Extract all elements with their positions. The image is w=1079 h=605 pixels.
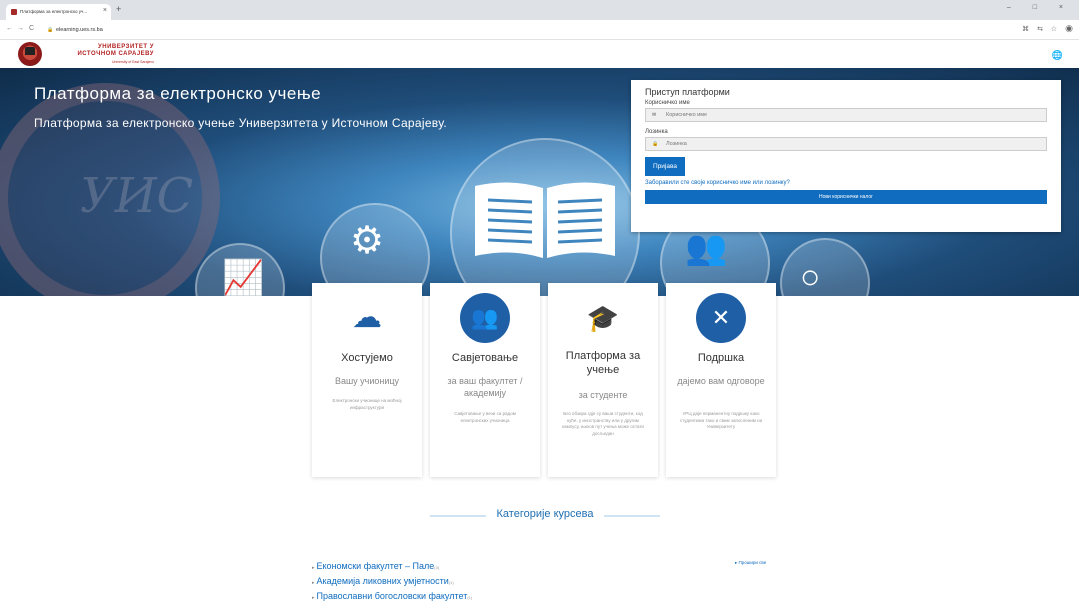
language-globe-icon[interactable]: 🌐	[1052, 50, 1063, 61]
password-placeholder: Лозинка	[666, 141, 687, 147]
card-subtitle: дајемо вам одговоре	[677, 376, 765, 386]
category-list: ▸ Економски факултет – Пале(3) ▸ Академија…	[312, 560, 472, 605]
back-icon[interactable]: ←	[6, 25, 13, 32]
hero-title: Платформа за електронско учење	[34, 84, 322, 103]
category-label: Православни богословски факултет	[316, 591, 468, 601]
search-bubble	[780, 238, 870, 296]
card-title: Платформа за учење	[565, 350, 641, 376]
category-label: Академија ликовних умјетности	[316, 576, 449, 586]
growth-chart-icon: 📈	[222, 259, 265, 296]
category-item[interactable]: ▸ Православни богословски факултет(1)	[312, 590, 472, 605]
bookmark-star-icon[interactable]: ☆	[1051, 25, 1057, 33]
course-categories-heading: Категорије курсева	[430, 508, 660, 520]
login-panel: Приступ платформи Корисничко име ✉ Корис…	[631, 80, 1061, 232]
password-input[interactable]: 🔒 Лозинка	[645, 137, 1047, 151]
magnifier-icon: ○	[800, 258, 821, 296]
hero-subtitle: Платформа за електронско учење Универзит…	[34, 116, 447, 130]
category-count: (3)	[434, 565, 440, 570]
card-consulting: 👥 Савјетовање за ваш факултет / академиј…	[430, 283, 540, 477]
category-count: (1)	[448, 580, 454, 585]
extension-icon[interactable]: ⌘	[1022, 25, 1029, 33]
caret-right-icon: ▸	[735, 560, 738, 565]
card-description: УРЦ даје перманентну подршку како студен…	[679, 411, 763, 429]
card-description: Без обзира гдје су ваши студенти, код ку…	[562, 411, 644, 436]
login-heading: Приступ платформи	[645, 87, 730, 97]
profile-icon[interactable]: ◉	[1065, 23, 1073, 34]
tools-icon: ✕	[696, 293, 746, 343]
category-count: (1)	[467, 595, 473, 600]
tab-close-icon[interactable]: ×	[103, 7, 107, 14]
card-subtitle: Вашу учионицу	[334, 376, 400, 386]
card-subtitle: за ваш факултет / академију	[447, 376, 523, 398]
card-description: Савјетовање у вези са радом електронских…	[454, 411, 516, 423]
category-item[interactable]: ▸ Академија ликовних умјетности(1)	[312, 575, 472, 590]
tab-title: Платформа за електронско уч...	[20, 9, 88, 14]
forgot-credentials-link[interactable]: Заборавили сте своје корисничко име или …	[645, 180, 1047, 186]
caret-right-icon: ▸	[312, 595, 315, 601]
site-header: УНИВЕРЗИТЕТ У ИСТОЧНОМ САРАЈЕВУ Universi…	[0, 40, 1079, 68]
card-learning-platform: 🎓 Платформа за учење за студенте Без обз…	[548, 283, 658, 477]
meeting-icon: 👥	[460, 293, 510, 343]
address-bar: ← → C 🔒 elearning.ues.rs.ba ⌘ ⇆ ☆ ◉	[0, 20, 1079, 40]
cloud-icon: ☁	[352, 301, 382, 334]
new-account-button[interactable]: Нови кориснички налог	[645, 190, 1047, 204]
head-gears-icon: ⚙	[350, 220, 385, 262]
logo-text[interactable]: УНИВЕРЗИТЕТ У ИСТОЧНОМ САРАЈЕВУ	[44, 44, 154, 58]
reload-icon[interactable]: C	[29, 25, 34, 32]
caret-right-icon: ▸	[312, 580, 315, 586]
card-title: Савјетовање	[451, 352, 519, 364]
username-input[interactable]: ✉ Корисничко име	[645, 108, 1047, 122]
card-title: Подршка	[697, 352, 745, 364]
card-description: Електронски учионице на моћној инфрастру…	[332, 398, 402, 410]
university-seal-logo[interactable]	[18, 42, 42, 66]
username-placeholder: Корисничко име	[666, 112, 708, 118]
new-tab-button[interactable]: +	[116, 4, 121, 14]
presentation-icon: 👥	[685, 229, 728, 267]
envelope-icon: ✉	[652, 112, 657, 118]
lock-icon: 🔒	[652, 141, 659, 147]
login-button[interactable]: Пријава	[645, 157, 685, 176]
username-label: Корисничко име	[645, 100, 690, 106]
browser-tab[interactable]: Платформа за електронско уч... ×	[6, 4, 111, 20]
lock-icon: 🔒	[47, 27, 54, 33]
card-subtitle: за студенте	[578, 390, 628, 400]
seal-decoration: УИС	[80, 168, 194, 224]
password-label: Лозинка	[645, 129, 668, 135]
open-book-icon	[475, 182, 615, 258]
forward-icon[interactable]: →	[17, 25, 24, 32]
card-support: ✕ Подршка дајемо вам одговоре УРЦ даје п…	[666, 283, 776, 477]
category-item[interactable]: ▸ Економски факултет – Пале(3)	[312, 560, 472, 575]
card-hosting: ☁ Хостујемо Вашу учионицу Електронски уч…	[312, 283, 422, 477]
graduates-icon: 🎓	[586, 303, 620, 333]
logo-subtitle: University of East Sarajevo	[111, 60, 154, 64]
favicon-icon	[11, 9, 17, 15]
expand-all-link[interactable]: ▸ Прошири све	[735, 560, 766, 566]
card-title: Хостујемо	[341, 352, 393, 364]
window-controls[interactable]: – □ ×	[1007, 4, 1073, 11]
translate-icon[interactable]: ⇆	[1037, 25, 1043, 33]
url-input[interactable]: 🔒 elearning.ues.rs.ba	[44, 24, 1004, 36]
caret-right-icon: ▸	[312, 565, 315, 571]
url-text: elearning.ues.rs.ba	[56, 27, 103, 33]
category-label: Економски факултет – Пале	[316, 561, 435, 571]
browser-tab-bar: Платформа за електронско уч... × + – □ ×	[0, 0, 1079, 20]
